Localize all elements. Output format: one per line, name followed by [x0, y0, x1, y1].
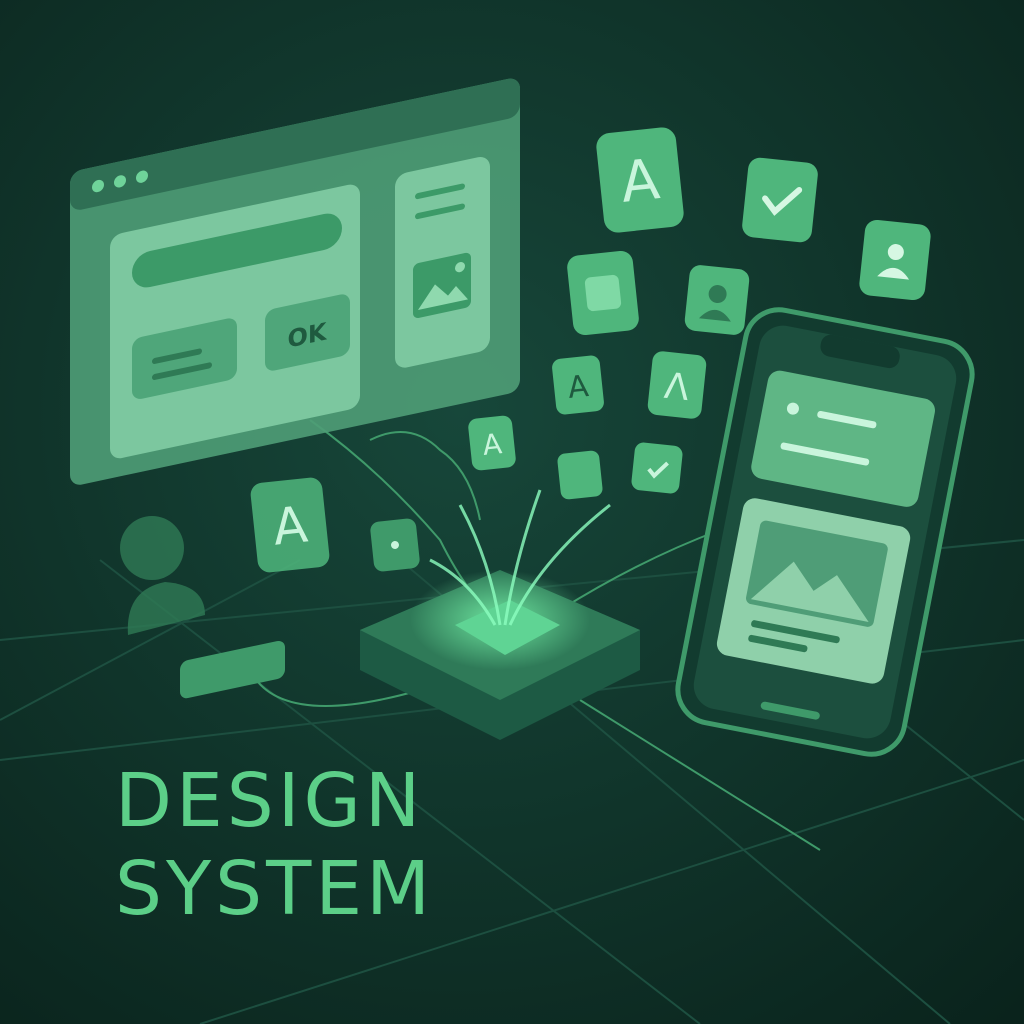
letter-a-icon: A [270, 495, 310, 556]
tile-letter-a-4[interactable]: A [467, 415, 516, 471]
letter-a-icon: Λ [662, 366, 691, 409]
tile-letter-a[interactable]: A [595, 126, 685, 234]
square-icon [584, 274, 622, 312]
letter-a-icon: A [481, 427, 504, 462]
heading-line-1: DESIGN [115, 758, 424, 844]
tile-square[interactable] [566, 250, 640, 336]
tile-dot[interactable] [370, 518, 421, 573]
tile-check[interactable] [741, 157, 819, 244]
illustration-canvas: OK A A Λ A A DESIGN SYSTEM [0, 0, 1024, 1024]
tile-user-2[interactable] [684, 264, 751, 336]
tile-letter-a-5[interactable]: A [249, 476, 330, 573]
tile-user[interactable] [858, 219, 932, 301]
tile-letter-a-2[interactable]: A [551, 355, 605, 416]
design-system-illustration: OK A A Λ A A DESIGN SYSTEM [0, 0, 1024, 1024]
square-icon [557, 450, 603, 500]
tile-letter-a-3[interactable]: Λ [647, 350, 707, 419]
heading-line-2: SYSTEM [115, 846, 434, 932]
tile-square-2[interactable] [557, 450, 604, 500]
tile-check-2[interactable] [631, 442, 684, 495]
letter-a-icon: A [618, 147, 663, 216]
letter-a-icon: A [566, 369, 591, 406]
